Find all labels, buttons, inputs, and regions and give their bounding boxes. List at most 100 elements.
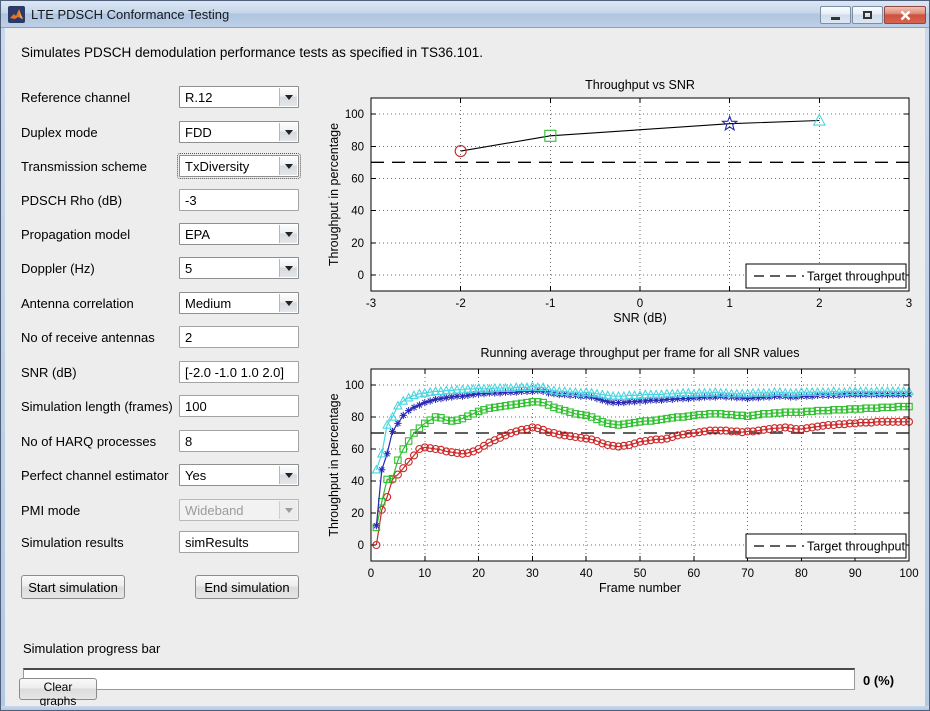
reference-channel-value: R.12 [185, 90, 212, 105]
window-title: LTE PDSCH Conformance Testing [31, 1, 229, 28]
form-row: SNR (dB) [21, 361, 321, 385]
content-area: Simulates PDSCH demodulation performance… [5, 29, 925, 706]
svg-text:0: 0 [358, 270, 364, 282]
minimize-icon [831, 17, 840, 20]
svg-text:50: 50 [634, 568, 647, 580]
perfect-channel-estimator-select[interactable]: Yes [179, 464, 299, 486]
propagation-model-select[interactable]: EPA [179, 223, 299, 245]
minimize-button[interactable] [820, 6, 851, 24]
dropdown-arrow-icon[interactable] [279, 88, 297, 106]
close-icon [900, 10, 911, 21]
chart-title: Throughput vs SNR [585, 78, 695, 92]
form-row: Simulation results [21, 531, 321, 555]
duplex-mode-label: Duplex mode [21, 125, 98, 140]
antenna-correlation-label: Antenna correlation [21, 296, 134, 311]
maximize-button[interactable] [852, 6, 883, 24]
clear-graphs-button[interactable]: Clear graphs [19, 678, 97, 700]
simulation-progress-bar [23, 668, 855, 690]
window-frame-left [1, 28, 5, 710]
svg-text:-1: -1 [545, 298, 555, 310]
svg-text:0: 0 [358, 540, 364, 552]
svg-text:0: 0 [637, 298, 643, 310]
svg-text:-2: -2 [456, 298, 466, 310]
description-text: Simulates PDSCH demodulation performance… [21, 45, 483, 60]
dropdown-arrow-icon[interactable] [279, 157, 297, 175]
dropdown-arrow-icon[interactable] [279, 259, 297, 277]
receive-antennas-label: No of receive antennas [21, 330, 155, 345]
form-row: Perfect channel estimator Yes [21, 464, 321, 488]
y-axis-label: Throughput in percentage [327, 123, 341, 266]
svg-text:80: 80 [351, 412, 364, 424]
propagation-model-value: EPA [185, 227, 210, 242]
simulation-results-input[interactable] [179, 531, 299, 553]
snr-label: SNR (dB) [21, 365, 77, 380]
snr-input[interactable] [179, 361, 299, 383]
matlab-icon [8, 6, 25, 23]
form-row: PDSCH Rho (dB) [21, 189, 321, 213]
progress-percent-text: 0 (%) [863, 673, 894, 688]
svg-text:70: 70 [741, 568, 754, 580]
end-simulation-button[interactable]: End simulation [195, 575, 299, 599]
transmission-scheme-value: TxDiversity [185, 159, 249, 174]
svg-text:60: 60 [687, 568, 700, 580]
reference-channel-label: Reference channel [21, 90, 130, 105]
form-row: No of HARQ processes [21, 430, 321, 454]
svg-text:10: 10 [418, 568, 431, 580]
duplex-mode-value: FDD [185, 125, 212, 140]
pdsch-rho-label: PDSCH Rho (dB) [21, 193, 122, 208]
throughput-vs-snr-chart: -3-2-10123020406080100Throughput vs SNRS… [326, 75, 926, 327]
legend: Target throughput [746, 264, 906, 288]
form-row: Reference channel R.12 [21, 86, 321, 110]
svg-text:3: 3 [906, 298, 912, 310]
svg-text:20: 20 [351, 508, 364, 520]
perfect-channel-estimator-label: Perfect channel estimator [21, 468, 168, 483]
running-average-throughput-chart: 0102030405060708090100020406080100Runnin… [326, 339, 926, 603]
harq-processes-label: No of HARQ processes [21, 434, 156, 449]
svg-text:80: 80 [795, 568, 808, 580]
svg-text:20: 20 [472, 568, 485, 580]
svg-text:60: 60 [351, 173, 364, 185]
dropdown-arrow-icon[interactable] [279, 123, 297, 141]
pmi-mode-value: Wideband [185, 503, 244, 518]
simulation-length-label: Simulation length (frames) [21, 399, 173, 414]
window-frame-bottom [1, 706, 929, 710]
pmi-mode-select: Wideband [179, 499, 299, 521]
chart-title: Running average throughput per frame for… [481, 346, 800, 360]
doppler-value: 5 [185, 261, 192, 276]
close-button[interactable] [884, 6, 926, 24]
svg-text:-3: -3 [366, 298, 376, 310]
dropdown-arrow-icon[interactable] [279, 466, 297, 484]
progress-bar-label: Simulation progress bar [23, 641, 160, 656]
svg-text:100: 100 [345, 109, 364, 121]
receive-antennas-input[interactable] [179, 326, 299, 348]
form-row: Antenna correlation Medium [21, 292, 321, 316]
harq-processes-input[interactable] [179, 430, 299, 452]
duplex-mode-select[interactable]: FDD [179, 121, 299, 143]
start-simulation-button[interactable]: Start simulation [21, 575, 125, 599]
dropdown-arrow-icon[interactable] [279, 294, 297, 312]
legend-label: Target throughput [807, 540, 906, 554]
pdsch-rho-input[interactable] [179, 189, 299, 211]
form-row: Simulation length (frames) [21, 395, 321, 419]
doppler-select[interactable]: 5 [179, 257, 299, 279]
svg-text:1: 1 [726, 298, 732, 310]
x-axis-label: Frame number [599, 581, 681, 595]
antenna-correlation-select[interactable]: Medium [179, 292, 299, 314]
form-row: Duplex mode FDD [21, 121, 321, 145]
reference-channel-select[interactable]: R.12 [179, 86, 299, 108]
svg-text:0: 0 [368, 568, 374, 580]
simulation-length-input[interactable] [179, 395, 299, 417]
svg-text:60: 60 [351, 444, 364, 456]
dropdown-arrow-icon [279, 501, 297, 519]
form-row: Propagation model EPA [21, 223, 321, 247]
x-axis-label: SNR (dB) [613, 311, 666, 325]
dropdown-arrow-icon[interactable] [279, 225, 297, 243]
simulation-results-label: Simulation results [21, 535, 124, 550]
svg-text:30: 30 [526, 568, 539, 580]
legend: Target throughput [746, 534, 906, 558]
propagation-model-label: Propagation model [21, 227, 130, 242]
transmission-scheme-select[interactable]: TxDiversity [179, 155, 299, 177]
svg-text:90: 90 [849, 568, 862, 580]
svg-text:40: 40 [351, 206, 364, 218]
titlebar[interactable]: LTE PDSCH Conformance Testing [1, 1, 929, 28]
